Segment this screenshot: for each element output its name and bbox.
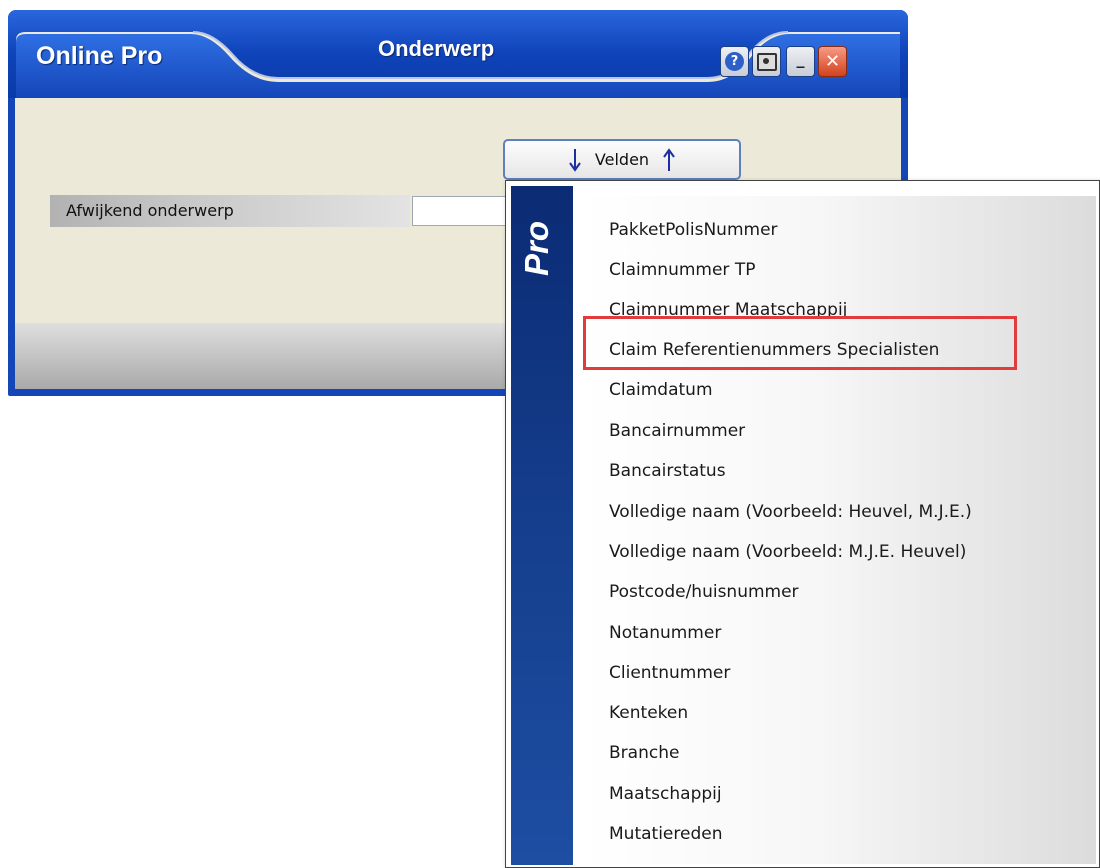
- help-icon: ?: [725, 52, 744, 71]
- menu-item[interactable]: Clientnummer: [609, 655, 730, 691]
- help-button[interactable]: ?: [720, 46, 749, 77]
- menu-item[interactable]: Volledige naam (Voorbeeld: Heuvel, M.J.E…: [609, 494, 972, 530]
- field-label-afwijkend-onderwerp: Afwijkend onderwerp: [50, 195, 410, 227]
- close-button[interactable]: ✕: [818, 46, 847, 77]
- velden-button[interactable]: Velden: [503, 139, 741, 180]
- highlight-annotation-box: [583, 316, 1017, 370]
- menu-item[interactable]: Bancairstatus: [609, 453, 726, 489]
- window-title: Onderwerp: [378, 36, 495, 61]
- screenshot-button[interactable]: [752, 46, 781, 77]
- menu-item[interactable]: Maatschappij: [609, 776, 722, 812]
- arrow-down-icon: [569, 148, 581, 172]
- menu-item[interactable]: Volledige naam (Voorbeeld: M.J.E. Heuvel…: [609, 534, 966, 570]
- menu-item[interactable]: Notanummer: [609, 615, 721, 651]
- menu-item[interactable]: Kenteken: [609, 695, 688, 731]
- camera-icon: [756, 52, 777, 71]
- menu-item[interactable]: Mutatiereden: [609, 816, 722, 852]
- menu-list: PakketPolisNummer Claimnummer TP Claimnu…: [581, 196, 1096, 864]
- close-icon: ✕: [824, 51, 841, 72]
- menu-brand-label: Pro: [518, 220, 555, 276]
- menu-item[interactable]: Claimnummer TP: [609, 252, 755, 288]
- menu-item[interactable]: Bancairnummer: [609, 413, 745, 449]
- app-title: Online Pro: [36, 42, 163, 70]
- menu-brand-stripe: Pro: [511, 186, 573, 865]
- menu-item[interactable]: PakketPolisNummer: [609, 212, 778, 248]
- menu-item[interactable]: Branche: [609, 735, 679, 771]
- menu-item[interactable]: Claimdatum: [609, 372, 713, 408]
- menu-item[interactable]: Postcode/huisnummer: [609, 574, 799, 610]
- minimize-icon: _: [796, 49, 805, 68]
- title-bar[interactable]: Online Pro Onderwerp ? _ ✕: [8, 10, 908, 98]
- velden-label: Velden: [594, 150, 650, 169]
- fields-dropdown-menu: Pro PakketPolisNummer Claimnummer TP Cla…: [505, 180, 1100, 868]
- minimize-button[interactable]: _: [786, 46, 815, 77]
- arrow-up-icon: [663, 147, 675, 171]
